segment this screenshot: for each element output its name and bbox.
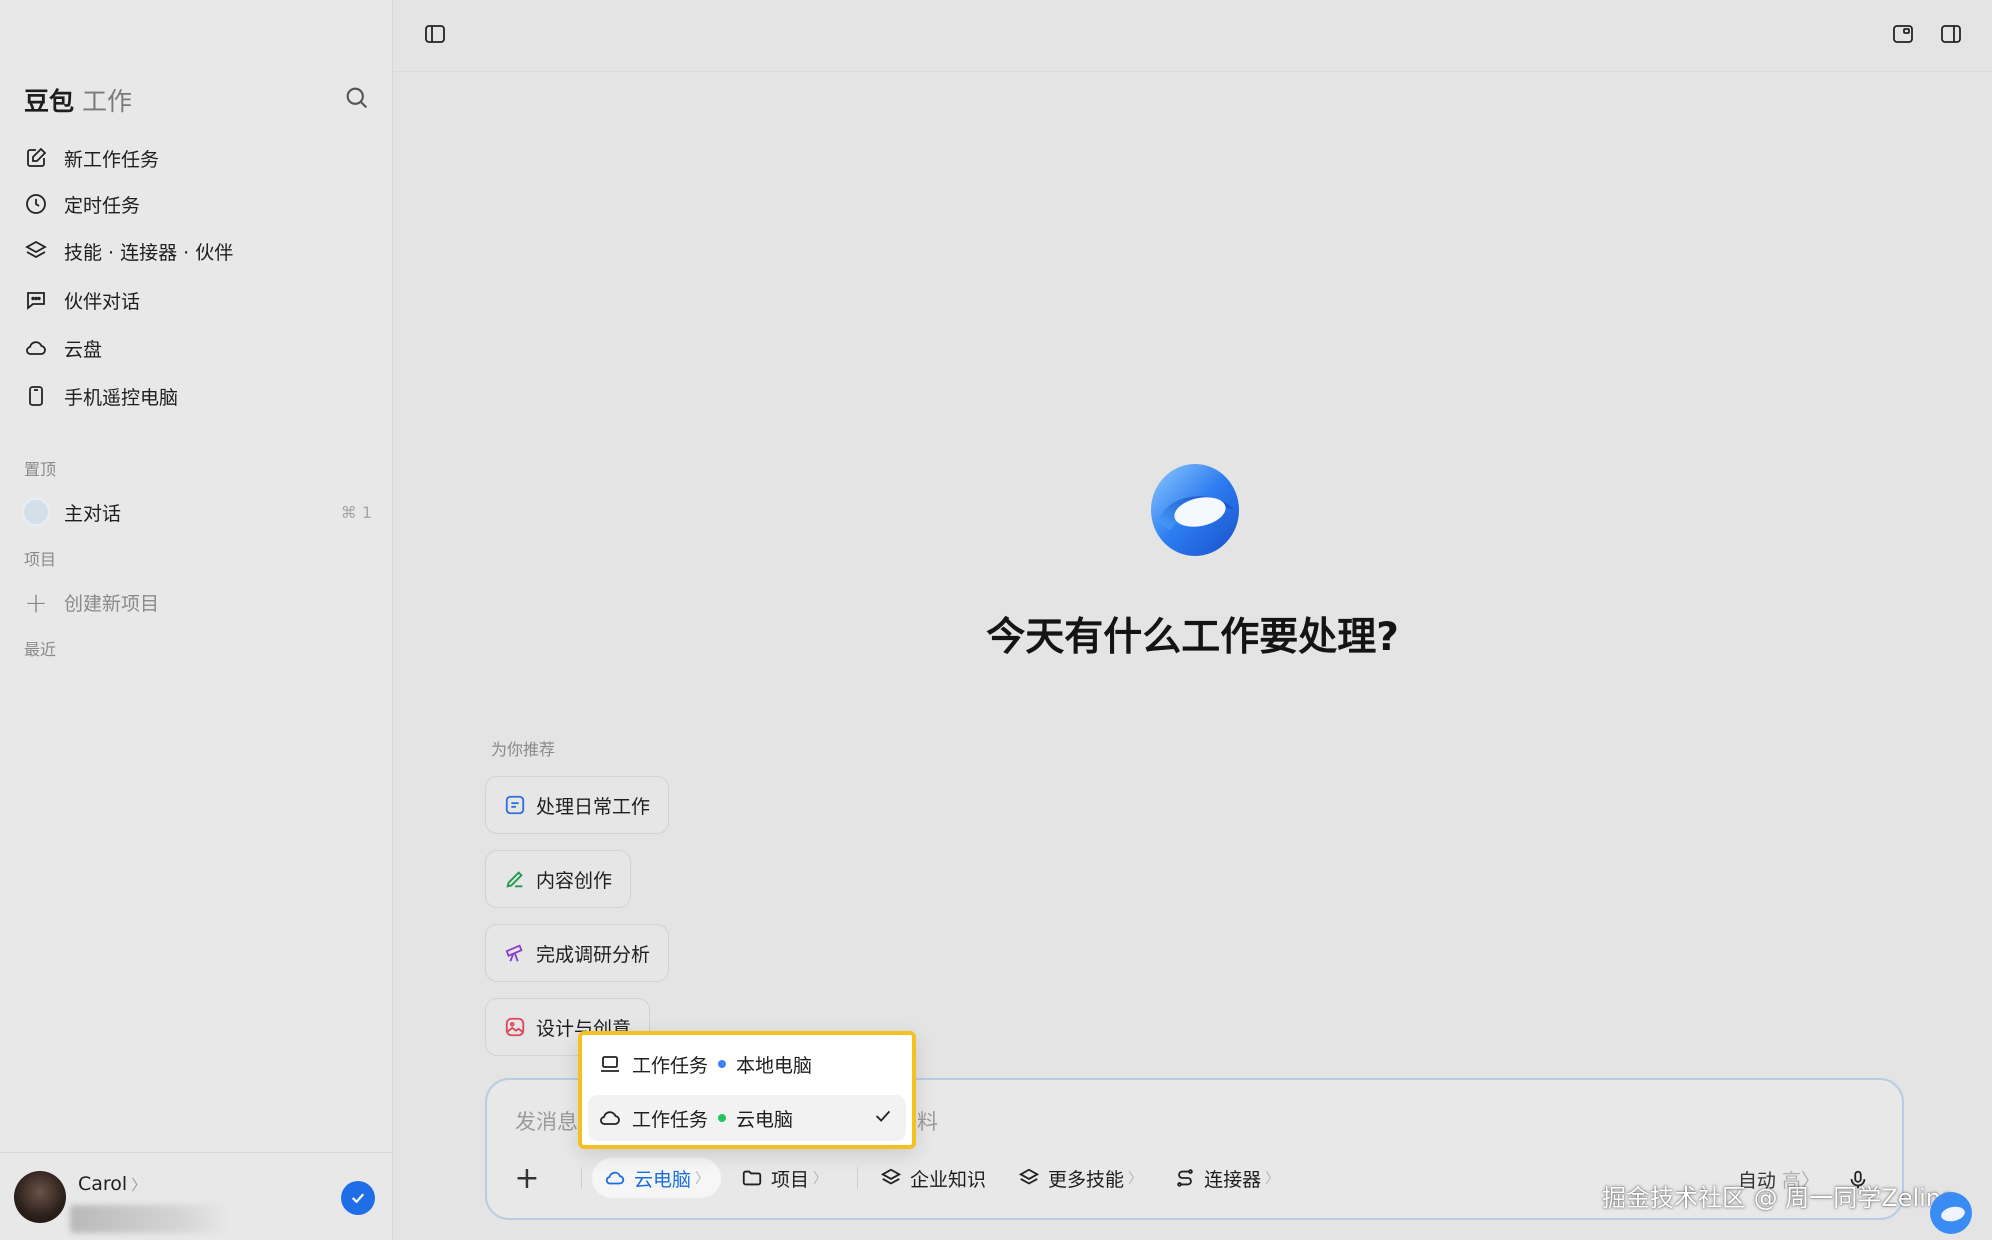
sidebar-item-scheduled[interactable]: 定时任务	[22, 182, 372, 226]
divider	[581, 1167, 582, 1189]
image-icon	[504, 1016, 526, 1038]
toggle-sidebar-icon[interactable]	[419, 18, 451, 50]
tool-cloud-pc[interactable]: 云电脑〉	[592, 1158, 722, 1198]
option-prefix: 工作任务	[632, 1054, 709, 1077]
phone-icon	[22, 382, 50, 410]
tool-label: 项目	[771, 1168, 810, 1191]
suggestion-chip-research[interactable]: 完成调研分析	[485, 924, 670, 982]
sidebar-item-label: 云盘	[64, 338, 103, 361]
tool-label: 企业知识	[910, 1168, 987, 1191]
suggestion-chip-daily-work[interactable]: 处理日常工作	[485, 776, 670, 834]
sidebar-item-phone-remote[interactable]: 手机遥控电脑	[22, 374, 372, 418]
brand-name: 豆包	[24, 87, 75, 116]
toggle-right-panel-icon[interactable]	[1935, 18, 1967, 50]
tool-connectors[interactable]: 连接器〉	[1162, 1158, 1291, 1198]
chevron-right-icon: 〉	[131, 1176, 147, 1194]
section-label-projects: 项目	[24, 550, 57, 569]
pinned-item-label: 主对话	[64, 502, 122, 525]
user-menu[interactable]: Carol 〉	[78, 1173, 146, 1195]
new-window-icon[interactable]	[1887, 18, 1919, 50]
tool-label: 更多技能	[1048, 1168, 1125, 1191]
sidebar-item-cloud-drive[interactable]: 云盘	[22, 326, 372, 370]
chip-label: 完成调研分析	[536, 943, 651, 966]
chip-label: 内容创作	[536, 869, 613, 892]
composer-placeholder-tail: 料	[917, 1110, 938, 1134]
tool-label: 连接器	[1204, 1168, 1262, 1191]
watermark: 掘金技术社区 @ 周一同学Zelina	[1602, 1184, 1956, 1212]
add-attachment-button[interactable]: +	[507, 1158, 547, 1198]
layers-icon	[1018, 1167, 1040, 1189]
top-bar	[393, 0, 1992, 72]
recommend-label: 为你推荐	[491, 740, 556, 759]
layers-icon	[880, 1167, 902, 1189]
redacted-info	[70, 1205, 230, 1233]
task-location-dropdown: 工作任务 本地电脑 工作任务 云电脑	[578, 1031, 916, 1149]
sidebar-item-partner-chat[interactable]: 伙伴对话	[22, 278, 372, 322]
assistant-float-icon[interactable]	[1928, 1190, 1974, 1236]
cloud-icon	[598, 1106, 622, 1130]
tool-label: 云电脑	[634, 1168, 692, 1191]
sidebar-item-label: 定时任务	[64, 194, 141, 217]
list-icon	[504, 794, 526, 816]
connector-icon	[1174, 1167, 1196, 1189]
user-name: Carol	[78, 1173, 128, 1195]
page-title: 今天有什么工作要处理?	[986, 615, 1399, 660]
chat-icon	[22, 286, 50, 314]
chevron-right-icon: 〉	[695, 1171, 710, 1187]
composer-placeholder[interactable]: 发消息	[515, 1106, 578, 1136]
cloud-icon	[604, 1167, 626, 1189]
doubao-logo	[1148, 460, 1242, 560]
section-label-pinned: 置顶	[24, 460, 57, 479]
option-cloud-computer[interactable]: 工作任务 云电脑	[588, 1095, 906, 1141]
brand-title: 豆包 工作	[24, 82, 132, 118]
status-dot	[718, 1114, 727, 1122]
checkmark-icon	[872, 1105, 894, 1132]
pinned-item-main-chat[interactable]: 主对话 ⌘ 1	[22, 492, 372, 532]
user-avatar[interactable]	[14, 1171, 66, 1223]
laptop-icon	[598, 1052, 622, 1076]
status-dot	[718, 1060, 727, 1068]
layers-icon	[22, 237, 50, 265]
folder-icon	[741, 1167, 763, 1189]
chevron-right-icon: 〉	[813, 1171, 828, 1187]
option-prefix: 工作任务	[632, 1108, 709, 1131]
avatar	[22, 498, 50, 526]
sidebar-footer: Carol 〉	[0, 1152, 393, 1240]
sidebar-item-label: 手机遥控电脑	[64, 386, 179, 409]
divider	[857, 1167, 859, 1189]
chevron-right-icon: 〉	[1128, 1171, 1143, 1187]
shortcut-hint: ⌘ 1	[340, 502, 372, 522]
clock-icon	[22, 190, 50, 218]
option-label: 本地电脑	[736, 1054, 813, 1077]
sidebar-item-label: 新工作任务	[64, 148, 160, 171]
telescope-icon	[504, 942, 526, 964]
edit-icon	[22, 144, 50, 172]
option-label: 云电脑	[736, 1108, 794, 1131]
cloud-icon	[22, 334, 50, 362]
tool-more-skills[interactable]: 更多技能〉	[1006, 1158, 1154, 1198]
suggestion-chip-content-creation[interactable]: 内容创作	[485, 850, 632, 908]
pen-icon	[504, 868, 526, 890]
chevron-right-icon: 〉	[1265, 1171, 1280, 1187]
tool-enterprise-knowledge[interactable]: 企业知识	[868, 1158, 998, 1198]
tool-project[interactable]: 项目〉	[729, 1158, 839, 1198]
sidebar-item-label: 伙伴对话	[64, 290, 141, 313]
sidebar-item-label: 技能 · 连接器 · 伙伴	[64, 241, 234, 264]
brand-sub: 工作	[82, 87, 133, 116]
search-icon[interactable]	[343, 84, 371, 112]
option-local-computer[interactable]: 工作任务 本地电脑	[588, 1041, 906, 1087]
sidebar-item-skills[interactable]: 技能 · 连接器 · 伙伴	[22, 229, 372, 273]
verified-badge-icon[interactable]	[341, 1181, 375, 1215]
composer-toolbar: + 云电脑〉 项目〉 企业知识 更多技能〉 连接器〉	[507, 1158, 1299, 1198]
chip-label: 处理日常工作	[536, 795, 651, 818]
sidebar-item-new-task[interactable]: 新工作任务	[22, 136, 372, 180]
